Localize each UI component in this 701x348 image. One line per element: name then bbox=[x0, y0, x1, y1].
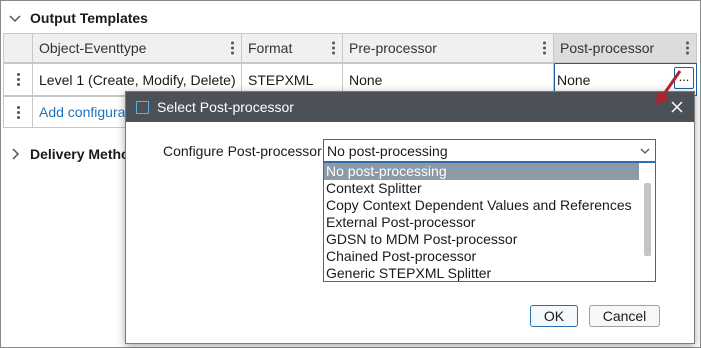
table-header-row: Object-Eventtype Format Pre-processor Po… bbox=[3, 33, 697, 63]
select-post-processor-dialog: Select Post-processor Configure Post-pro… bbox=[125, 91, 695, 344]
dialog-title: Select Post-processor bbox=[157, 99, 294, 115]
chevron-right-icon[interactable] bbox=[8, 147, 22, 161]
kebab-icon[interactable] bbox=[686, 41, 689, 55]
kebab-icon[interactable] bbox=[543, 41, 546, 55]
column-header-format[interactable]: Format bbox=[242, 33, 343, 63]
row-handle[interactable] bbox=[3, 96, 33, 128]
section-title: Delivery Metho bbox=[30, 146, 130, 162]
column-label: Post-processor bbox=[560, 40, 655, 56]
kebab-icon[interactable] bbox=[231, 41, 234, 55]
post-processor-select[interactable]: No post-processing bbox=[323, 139, 656, 162]
column-header-post-processor[interactable]: Post-processor bbox=[554, 33, 697, 63]
column-label: Object-Eventtype bbox=[39, 40, 147, 56]
dialog-titlebar[interactable]: Select Post-processor bbox=[126, 92, 694, 122]
post-processor-value: None bbox=[557, 71, 591, 88]
column-label: Format bbox=[248, 40, 293, 56]
option-copy-context-dependent[interactable]: Copy Context Dependent Values and Refere… bbox=[324, 197, 639, 214]
window-icon bbox=[136, 100, 149, 114]
annotation-arrow-icon bbox=[656, 70, 682, 105]
option-external-post-processor[interactable]: External Post-processor bbox=[324, 214, 639, 231]
kebab-icon[interactable] bbox=[332, 41, 335, 55]
column-header-pre-processor[interactable]: Pre-processor bbox=[343, 33, 554, 63]
list-scrollbar[interactable] bbox=[644, 183, 651, 256]
column-label: Pre-processor bbox=[349, 40, 437, 56]
output-templates-header[interactable]: Output Templates bbox=[8, 9, 148, 27]
column-header-object-eventtype[interactable]: Object-Eventtype bbox=[33, 33, 242, 63]
row-handle[interactable] bbox=[3, 63, 33, 96]
header-handle-cell bbox=[3, 33, 33, 63]
section-title: Output Templates bbox=[30, 10, 148, 26]
configure-post-processor-label: Configure Post-processor bbox=[163, 143, 322, 159]
delivery-method-header[interactable]: Delivery Metho bbox=[8, 146, 130, 162]
option-no-post-processing[interactable]: No post-processing bbox=[324, 163, 639, 180]
kebab-icon[interactable] bbox=[16, 105, 20, 119]
cancel-button[interactable]: Cancel bbox=[589, 305, 660, 327]
kebab-icon[interactable] bbox=[16, 73, 20, 86]
option-generic-stepxml-splitter[interactable]: Generic STEPXML Splitter bbox=[324, 265, 639, 281]
selected-value: No post-processing bbox=[327, 142, 448, 159]
dropdown-arrow-icon[interactable] bbox=[639, 146, 651, 156]
option-context-splitter[interactable]: Context Splitter bbox=[324, 180, 639, 197]
option-chained-post-processor[interactable]: Chained Post-processor bbox=[324, 248, 639, 265]
option-gdsn-to-mdm[interactable]: GDSN to MDM Post-processor bbox=[324, 231, 639, 248]
chevron-down-icon[interactable] bbox=[8, 11, 22, 25]
post-processor-options-list[interactable]: No post-processing Context Splitter Copy… bbox=[323, 162, 656, 282]
ok-button[interactable]: OK bbox=[530, 305, 578, 327]
